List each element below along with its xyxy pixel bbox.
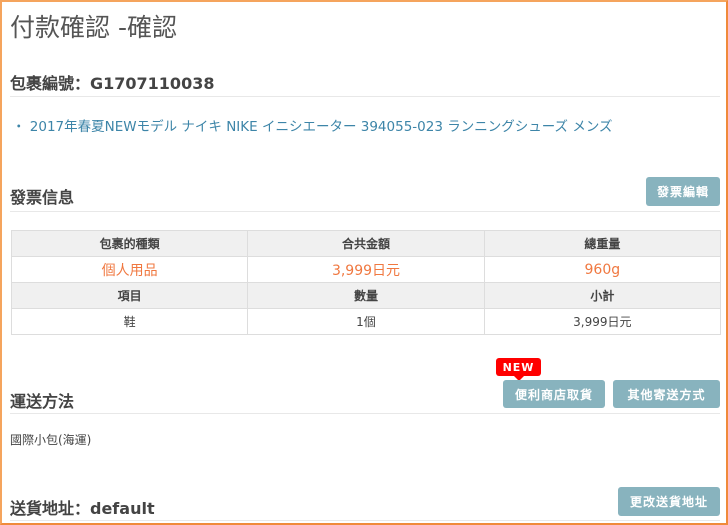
invoice-heading: 發票信息: [10, 188, 75, 207]
quantity-cell: 1個: [247, 308, 485, 335]
other-shipping-button[interactable]: 其他寄送方式: [613, 380, 720, 408]
total-amount: 3,999日元: [247, 256, 485, 283]
package-number: 包裹編號：G1707110038: [10, 74, 215, 93]
divider: [10, 520, 720, 521]
header-cell: 小計: [483, 282, 722, 309]
divider: [10, 96, 720, 97]
header-cell: 總重量: [483, 230, 722, 257]
header-cell: 數量: [247, 282, 485, 309]
header-cell: 合共金額: [247, 230, 485, 257]
header-cell: 包裹的種類: [10, 230, 249, 257]
change-address-button[interactable]: 更改送貨地址: [618, 487, 720, 516]
table-header-row: 包裹的種類 合共金額 總重量: [10, 230, 722, 257]
item-cell: 鞋: [10, 308, 249, 335]
invoice-table: 包裹的種類 合共金額 總重量 個人用品 3,999日元 960g 項目 數量 小…: [10, 230, 722, 335]
table-row: 鞋 1個 3,999日元: [10, 308, 722, 335]
header-cell: 項目: [10, 282, 249, 309]
subtotal-cell: 3,999日元: [483, 308, 722, 335]
page-title: 付款確認 -確認: [10, 13, 177, 42]
convenience-store-pickup-button[interactable]: 便利商店取貨: [503, 380, 605, 408]
invoice-edit-button[interactable]: 發票編輯: [646, 177, 720, 206]
table-row: 個人用品 3,999日元 960g: [10, 256, 722, 283]
product-link[interactable]: ・ 2017年春夏NEWモデル ナイキ NIKE イニシエーター 394055-…: [12, 115, 613, 135]
total-weight: 960g: [483, 256, 722, 283]
shipping-method: 國際小包(海運): [10, 433, 92, 447]
divider: [10, 211, 720, 212]
package-type: 個人用品: [10, 256, 249, 283]
divider: [10, 413, 720, 414]
address-heading: 送貨地址：default: [10, 499, 155, 518]
table-header-row: 項目 數量 小計: [10, 282, 722, 309]
shipping-heading: 運送方法: [10, 392, 75, 411]
new-badge: NEW: [496, 358, 541, 381]
